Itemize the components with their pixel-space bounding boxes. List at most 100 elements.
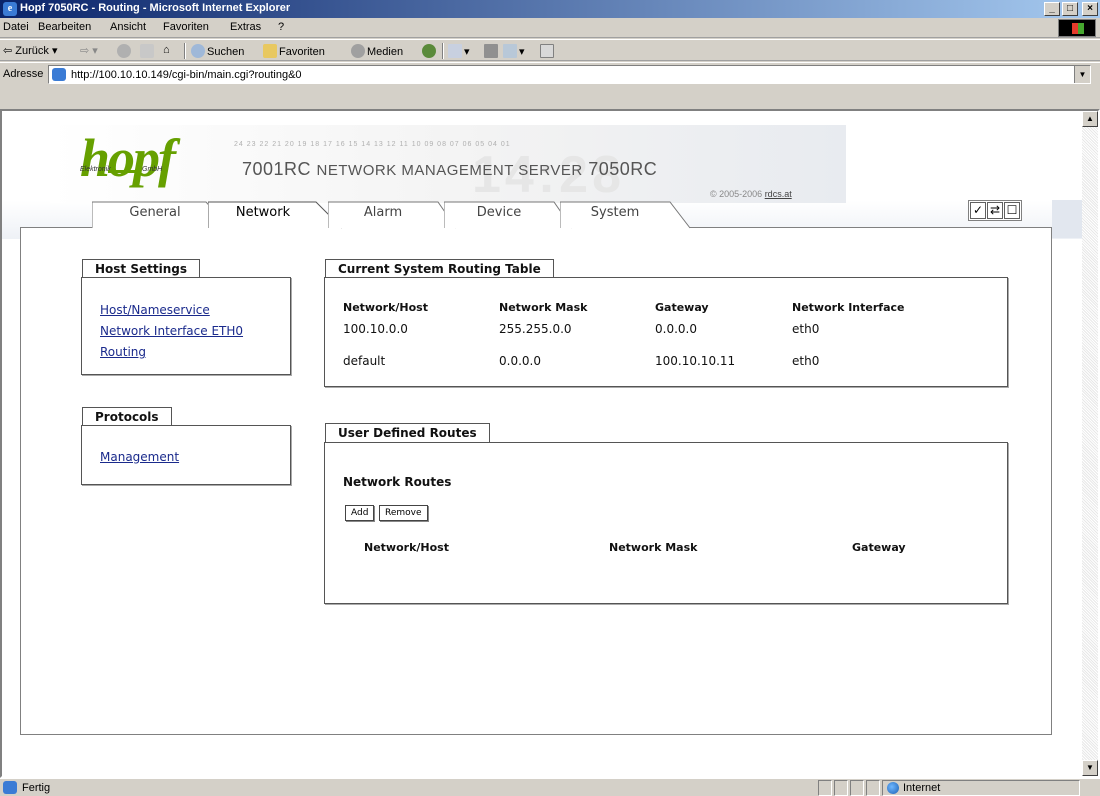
status-text: Fertig [22, 782, 51, 794]
forward-button[interactable]: ⇨ ▾ [80, 44, 98, 57]
copyright-link[interactable]: rdcs.at [765, 189, 792, 199]
stop-button[interactable] [117, 44, 133, 58]
mail-icon [448, 44, 462, 58]
user-routes-title: User Defined Routes [325, 423, 490, 442]
content-viewport: 14:28 hopf Elektronik GmbH 24 23 22 21 2… [0, 109, 1100, 778]
scroll-down-icon[interactable]: ▼ [1082, 760, 1098, 776]
menu-favoriten[interactable]: Favoriten [163, 21, 209, 33]
network-routes-heading: Network Routes [343, 475, 452, 489]
scroll-up-icon[interactable]: ▲ [1082, 111, 1098, 127]
status-panel [834, 780, 848, 796]
tab-general[interactable]: General [92, 201, 231, 229]
print-button[interactable] [484, 44, 500, 58]
status-panel [866, 780, 880, 796]
close-button[interactable]: × [1082, 2, 1098, 16]
address-dropdown-icon[interactable]: ▼ [1074, 66, 1090, 83]
link-network-interface-eth0[interactable]: Network Interface ETH0 [100, 324, 243, 338]
col-network-host: Network/Host [343, 301, 428, 314]
tab-device[interactable]: Device [444, 201, 573, 229]
page-status-icon [3, 781, 17, 794]
maximize-button[interactable]: □ [1062, 2, 1078, 16]
edit-icon [503, 44, 517, 58]
vertical-scrollbar[interactable]: ▲ ▼ [1082, 111, 1098, 776]
remove-button[interactable]: Remove [379, 505, 428, 521]
minimize-button[interactable]: _ [1044, 2, 1060, 16]
tab-network[interactable]: Network [208, 201, 343, 229]
address-url[interactable]: http://100.10.10.149/cgi-bin/main.cgi?ro… [71, 69, 302, 81]
refresh-icon [140, 44, 154, 58]
header-digits: 24 23 22 21 20 19 18 17 16 15 14 13 12 1… [234, 141, 511, 148]
search-button[interactable]: Suchen [191, 44, 244, 58]
menu-datei[interactable]: Datei [3, 21, 29, 33]
refresh-icon[interactable]: ⇄ [987, 202, 1003, 219]
table-cell: 255.255.0.0 [499, 322, 572, 336]
page-icon [52, 68, 66, 81]
address-bar: Adresse http://100.10.10.149/cgi-bin/mai… [0, 62, 1100, 84]
history-icon [422, 44, 436, 58]
toolbar: ⇦ Zurück ▾ ⇨ ▾ ⌂ Suchen Favoriten Medien… [0, 39, 1100, 61]
tab-system[interactable]: System [560, 201, 691, 229]
tab-alarm[interactable]: Alarm [328, 201, 457, 229]
add-button[interactable]: Add [345, 505, 375, 521]
window-controls: _ □ × [1044, 2, 1098, 16]
link-management[interactable]: Management [100, 450, 179, 464]
copyright: © 2005-2006 rdcs.at [710, 189, 792, 199]
status-panel [850, 780, 864, 796]
window-icon[interactable]: ☐ [1004, 202, 1020, 219]
menu-bearbeiten[interactable]: Bearbeiten [38, 21, 91, 33]
search-icon [191, 44, 205, 58]
table-cell: 100.10.0.0 [343, 322, 408, 336]
home-button[interactable]: ⌂ [163, 44, 170, 56]
refresh-button[interactable] [140, 44, 156, 58]
menu-help[interactable]: ? [278, 21, 284, 33]
zone-text: Internet [903, 782, 941, 794]
media-icon [351, 44, 365, 58]
table-cell: 100.10.10.11 [655, 354, 736, 368]
protocols-title: Protocols [82, 407, 172, 426]
discuss-icon [540, 44, 554, 58]
col-network-mask: Network Mask [609, 541, 698, 554]
menu-extras[interactable]: Extras [230, 21, 261, 33]
table-cell: eth0 [792, 322, 820, 336]
col-gateway: Gateway [655, 301, 709, 314]
col-network-host: Network/Host [364, 541, 449, 554]
host-settings-title: Host Settings [82, 259, 200, 278]
favorites-icon [263, 44, 277, 58]
title-bar: e Hopf 7050RC - Routing - Microsoft Inte… [0, 0, 1100, 18]
routing-table-title: Current System Routing Table [325, 259, 554, 278]
table-cell: 0.0.0.0 [655, 322, 697, 336]
table-cell: 0.0.0.0 [499, 354, 541, 368]
col-network-mask: Network Mask [499, 301, 588, 314]
ie-app-icon: e [3, 2, 17, 16]
back-button[interactable]: ⇦ Zurück ▾ [3, 44, 57, 57]
address-input[interactable]: http://100.10.10.149/cgi-bin/main.cgi?ro… [48, 65, 1091, 84]
mail-button[interactable]: ▾ [448, 44, 470, 58]
page-title: 7001RC NETWORK MANAGEMENT SERVER 7050RC [242, 159, 658, 179]
print-icon [484, 44, 498, 58]
address-label: Adresse [3, 68, 44, 80]
history-button[interactable] [422, 44, 438, 58]
favorites-button[interactable]: Favoriten [263, 44, 325, 58]
tool-icons: ✓ ⇄ ☐ [968, 200, 1022, 221]
table-cell: eth0 [792, 354, 820, 368]
back-arrow-icon: ⇦ [3, 45, 13, 57]
forward-arrow-icon: ⇨ [80, 45, 90, 57]
windows-logo-icon [1058, 19, 1096, 37]
table-cell: default [343, 354, 386, 368]
menu-bar: Datei Bearbeiten Ansicht Favoriten Extra… [0, 18, 1100, 38]
link-routing[interactable]: Routing [100, 345, 146, 359]
header-strip [1052, 200, 1082, 238]
toolbar-separator [442, 43, 444, 59]
logo-subtitle: Elektronik [80, 166, 111, 173]
status-panel [818, 780, 832, 796]
check-icon[interactable]: ✓ [970, 202, 986, 219]
link-host-nameservice[interactable]: Host/Nameservice [100, 303, 210, 317]
window-title: Hopf 7050RC - Routing - Microsoft Intern… [20, 2, 291, 14]
discuss-button[interactable] [540, 44, 556, 58]
media-button[interactable]: Medien [351, 44, 403, 58]
menu-ansicht[interactable]: Ansicht [110, 21, 146, 33]
edit-button[interactable]: ▾ [503, 44, 525, 58]
logo-bar [108, 170, 140, 173]
col-gateway: Gateway [852, 541, 906, 554]
status-bar: Fertig Internet [0, 778, 1100, 796]
